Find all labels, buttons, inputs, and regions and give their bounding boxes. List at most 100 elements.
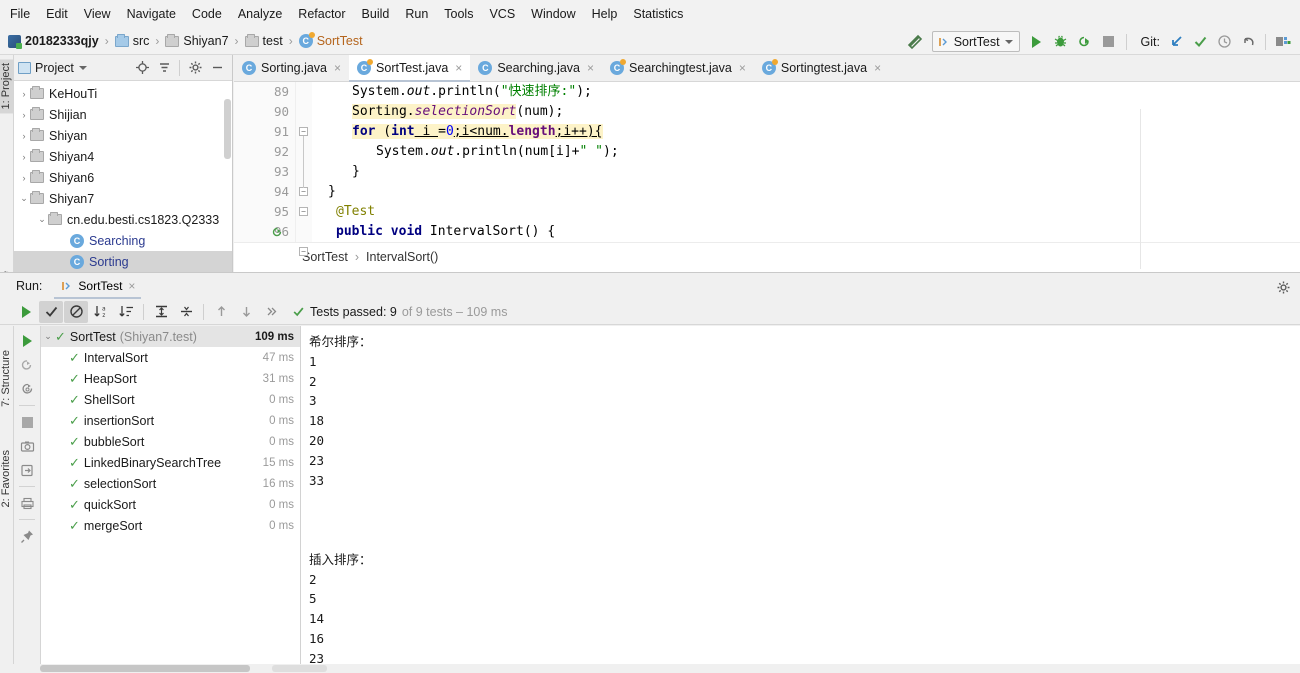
tool-window-button-favorites-bottom[interactable]: 2: Favorites (0, 446, 13, 511)
chevron-right-icon[interactable]: › (18, 152, 30, 162)
project-tree-scrollbar[interactable] (224, 99, 231, 159)
menu-item-statistics[interactable]: Statistics (625, 3, 691, 25)
console-output[interactable]: 希尔排序： 1 2 3 18 20 23 33 插入排序： 2 5 14 16 … (301, 326, 1300, 673)
chevron-down-icon[interactable] (78, 65, 87, 70)
test-row-linkedbinarysearchtree[interactable]: ✓ LinkedBinarySearchTree 15 ms (41, 452, 300, 473)
tree-item-kehouti[interactable]: › KeHouTi (14, 83, 232, 104)
test-row-selectionsort[interactable]: ✓ selectionSort 16 ms (41, 473, 300, 494)
editor-fold-column[interactable]: − − − − (296, 82, 312, 256)
close-icon[interactable]: × (455, 61, 462, 75)
editor-tab-sortingtest[interactable]: C Sortingtest.java × (753, 55, 890, 81)
breadcrumb-src[interactable]: src (113, 33, 152, 48)
test-row-mergesort[interactable]: ✓ mergeSort 0 ms (41, 515, 300, 536)
rerun-tests-button[interactable] (16, 330, 38, 352)
chevron-right-icon[interactable]: › (18, 110, 30, 120)
hide-icon[interactable] (206, 57, 228, 79)
menu-item-window[interactable]: Window (523, 3, 583, 25)
settings-gear-icon[interactable] (1272, 276, 1294, 298)
pin-tab-button[interactable] (16, 525, 38, 547)
chevron-right-icon[interactable]: › (18, 131, 30, 141)
more-options-button[interactable] (259, 301, 283, 323)
test-tree-root[interactable]: ⌄ ✓ SortTest (Shiyan7.test) 109 ms (41, 326, 300, 347)
settings-gear-icon[interactable] (184, 57, 206, 79)
stop-button[interactable] (1098, 31, 1120, 53)
sort-by-duration-button[interactable] (114, 301, 138, 323)
chevron-right-icon[interactable]: › (18, 89, 30, 99)
test-row-intervalsort[interactable]: ✓ IntervalSort 47 ms (41, 347, 300, 368)
tree-item-shiyan6[interactable]: › Shiyan6 (14, 167, 232, 188)
fold-marker-close[interactable]: − (299, 187, 308, 196)
prev-failed-button[interactable] (209, 301, 233, 323)
menu-item-code[interactable]: Code (184, 3, 230, 25)
menu-item-vcs[interactable]: VCS (481, 3, 523, 25)
print-button[interactable] (16, 492, 38, 514)
window-hscrollbar[interactable] (0, 664, 1300, 673)
collapse-all-icon[interactable] (153, 57, 175, 79)
locate-icon[interactable] (131, 57, 153, 79)
fold-marker-close[interactable]: − (299, 207, 308, 216)
breadcrumb-method[interactable]: IntervalSort() (366, 250, 438, 264)
tree-item-searching[interactable]: C Searching (14, 230, 232, 251)
git-update-button[interactable] (1165, 31, 1187, 53)
menu-item-edit[interactable]: Edit (38, 3, 76, 25)
rerun-failed-icon[interactable] (16, 354, 38, 376)
menu-item-analyze[interactable]: Analyze (230, 3, 290, 25)
git-rollback-button[interactable] (1237, 31, 1259, 53)
editor-tab-searching[interactable]: C Searching.java × (470, 55, 603, 81)
code-text[interactable]: System.out.println("快速排序:"); Sorting.sel… (312, 82, 1300, 242)
run-test-icon[interactable] (271, 226, 283, 238)
collapse-all-button[interactable] (174, 301, 198, 323)
build-hammer-icon[interactable] (904, 31, 926, 53)
editor-tab-sorting[interactable]: C Sorting.java × (234, 55, 350, 81)
breadcrumb-class[interactable]: SortTest (302, 250, 348, 264)
tree-item-package[interactable]: ⌄ cn.edu.besti.cs1823.Q2333 (14, 209, 232, 230)
run-tab-sorttest[interactable]: SortTest × (54, 273, 142, 299)
stop-button[interactable] (16, 411, 38, 433)
show-passed-toggle[interactable] (39, 300, 63, 323)
test-row-shellsort[interactable]: ✓ ShellSort 0 ms (41, 389, 300, 410)
export-button[interactable] (16, 459, 38, 481)
test-row-insertionsort[interactable]: ✓ insertionSort 0 ms (41, 410, 300, 431)
menu-item-file[interactable]: File (2, 3, 38, 25)
tool-window-button-project[interactable]: 1: Project (0, 59, 13, 114)
tree-item-shijian[interactable]: › Shijian (14, 104, 232, 125)
screenshot-button[interactable] (16, 435, 38, 457)
next-failed-button[interactable] (234, 301, 258, 323)
close-icon[interactable]: × (739, 61, 746, 75)
close-icon[interactable]: × (128, 279, 135, 293)
tree-item-shiyan[interactable]: › Shiyan (14, 125, 232, 146)
show-ignored-toggle[interactable] (64, 300, 88, 323)
run-with-coverage-button[interactable] (1074, 31, 1096, 53)
auto-test-icon[interactable] (16, 378, 38, 400)
close-icon[interactable]: × (587, 61, 594, 75)
git-commit-button[interactable] (1189, 31, 1211, 53)
tree-item-shiyan7[interactable]: ⌄ Shiyan7 (14, 188, 232, 209)
breadcrumb-sorttest[interactable]: C SortTest (297, 32, 365, 48)
close-icon[interactable]: × (334, 61, 341, 75)
scrollbar-track-secondary[interactable] (272, 665, 327, 672)
close-icon[interactable]: × (874, 61, 881, 75)
breadcrumb-test[interactable]: test (243, 33, 285, 48)
fold-marker-open[interactable]: − (299, 127, 308, 136)
chevron-right-icon[interactable]: › (18, 173, 30, 183)
sort-alphabetically-button[interactable]: a z (89, 301, 113, 323)
breadcrumb-project[interactable]: 20182333qjy (6, 34, 101, 49)
menu-item-tools[interactable]: Tools (436, 3, 481, 25)
tool-window-button-structure-bottom[interactable]: 7: Structure (0, 346, 13, 411)
fold-marker-open[interactable]: − (299, 247, 308, 256)
test-row-heapsort[interactable]: ✓ HeapSort 31 ms (41, 368, 300, 389)
menu-item-navigate[interactable]: Navigate (119, 3, 184, 25)
search-everywhere-icon[interactable] (1272, 31, 1294, 53)
chevron-down-icon[interactable]: ⌄ (41, 331, 55, 342)
run-button[interactable] (1026, 31, 1048, 53)
chevron-down-icon[interactable]: ⌄ (36, 214, 48, 225)
test-row-bubblesort[interactable]: ✓ bubbleSort 0 ms (41, 431, 300, 452)
code-editor[interactable]: 89 90 91 92 93 94 95 96 − − − − System.o… (234, 82, 1300, 269)
tree-item-sorting[interactable]: C Sorting (14, 251, 232, 272)
expand-all-button[interactable] (149, 301, 173, 323)
editor-gutter[interactable]: 89 90 91 92 93 94 95 96 (234, 82, 296, 242)
git-history-button[interactable] (1213, 31, 1235, 53)
editor-tab-searchingtest[interactable]: C Searchingtest.java × (602, 55, 754, 81)
editor-tab-sorttest[interactable]: C SortTest.java × (349, 55, 471, 82)
project-tree[interactable]: › KeHouTi › Shijian › Shiyan › Shiyan4 › (14, 81, 232, 272)
